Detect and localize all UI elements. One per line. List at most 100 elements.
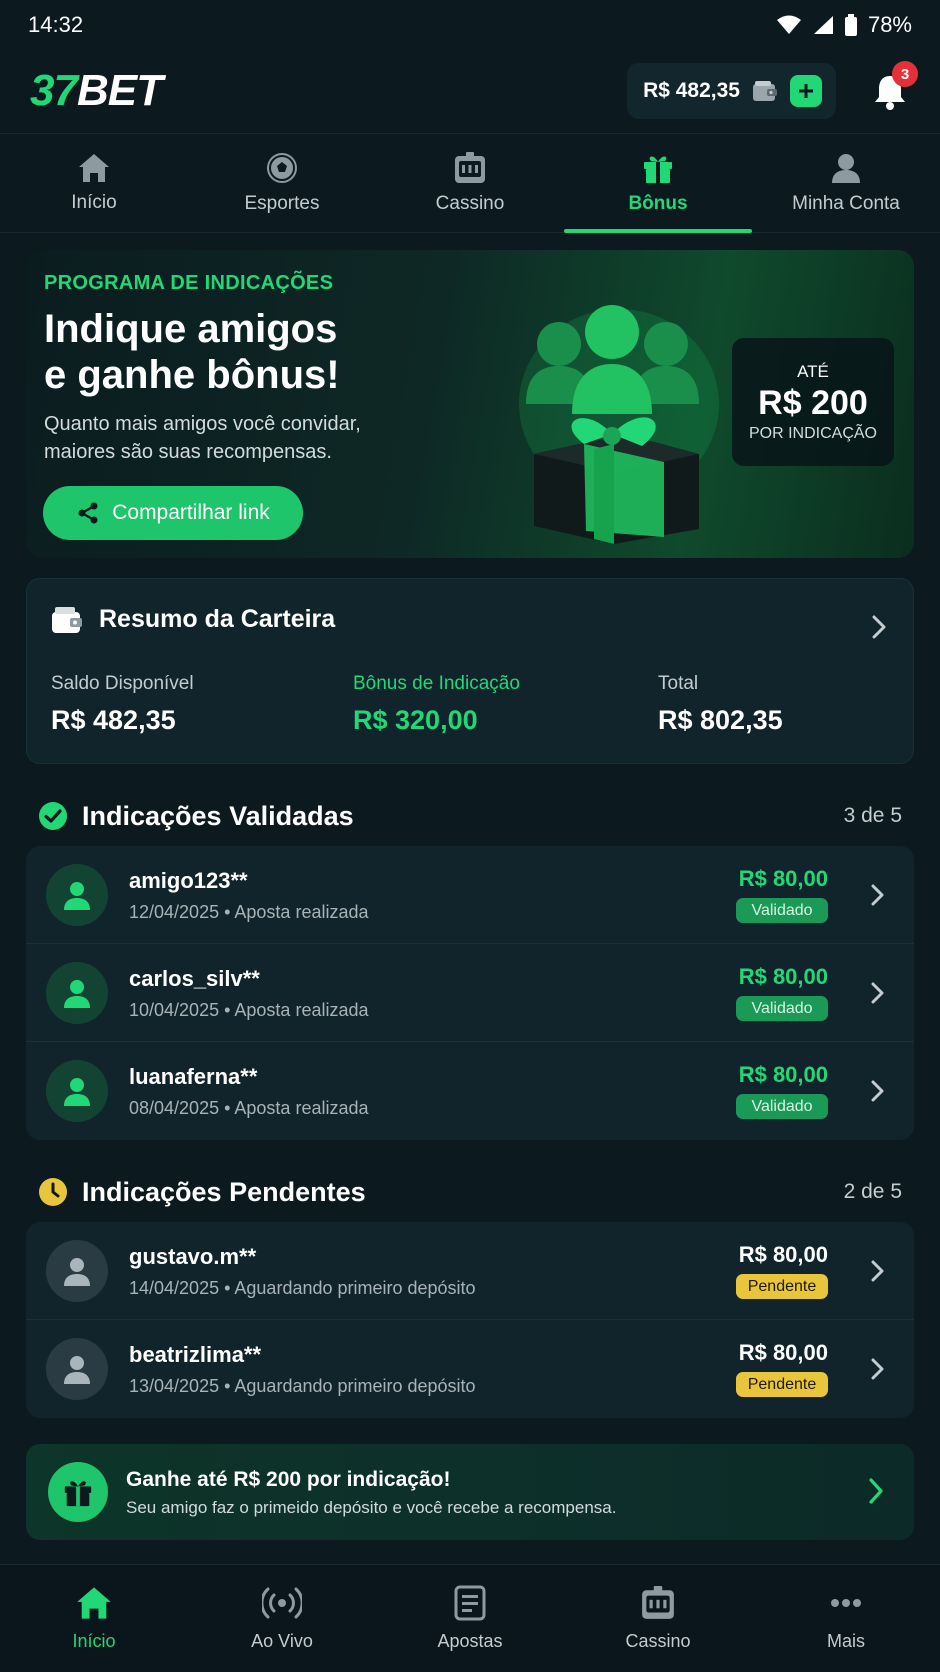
validated-list: amigo123** 12/04/2025 • Aposta realizada…	[26, 846, 914, 1140]
hero-subtitle: Quanto mais amigos você convidar, maiore…	[44, 410, 444, 466]
referral-meta: 14/04/2025 • Aguardando primeiro depósit…	[129, 1278, 476, 1298]
hero-title-line2: e ganhe bônus!	[44, 353, 340, 397]
bottom-tab-apostas[interactable]: Apostas	[376, 1565, 564, 1672]
avatar	[46, 1060, 108, 1122]
tab-bonus[interactable]: Bônus	[564, 134, 752, 233]
list-item-text: carlos_silv** 10/04/2025 • Aposta realiz…	[129, 966, 369, 1021]
balance-value: R$ 482,35	[643, 79, 740, 102]
bottom-tab-cassino-label: Cassino	[625, 1631, 691, 1651]
wallet-summary-title: Resumo da Carteira	[99, 605, 336, 633]
reward-pre: ATÉ	[797, 361, 829, 381]
referral-meta: 08/04/2025 • Aposta realizada	[129, 1098, 369, 1118]
list-item-reward: R$ 80,00 Pendente	[728, 1242, 828, 1299]
bottom-tab-inicio-label: Início	[72, 1631, 116, 1651]
promo-subtitle: Seu amigo faz o primeido depósito e você…	[126, 1498, 617, 1517]
bottom-tab-mais[interactable]: Mais	[752, 1565, 940, 1672]
referral-date: 14/04/2025	[129, 1278, 220, 1298]
referral-name: amigo123**	[129, 868, 248, 893]
gift-icon	[641, 151, 675, 185]
friends-gift-illustration	[514, 294, 734, 544]
wifi-icon	[776, 15, 802, 35]
list-item[interactable]: carlos_silv** 10/04/2025 • Aposta realiz…	[26, 944, 914, 1042]
wallet-icon	[752, 80, 778, 102]
list-item[interactable]: luanaferna** 08/04/2025 • Aposta realiza…	[26, 1042, 914, 1140]
referral-amount: R$ 80,00	[738, 866, 828, 891]
more-dots-icon	[828, 1585, 864, 1621]
deposit-plus-button[interactable]	[790, 75, 822, 107]
list-item-reward: R$ 80,00 Pendente	[728, 1340, 828, 1397]
validated-section-header: Indicações Validadas 3 de 5	[38, 796, 902, 836]
tab-minha-conta[interactable]: Minha Conta	[752, 134, 940, 232]
referral-name: beatrizlima**	[129, 1342, 262, 1367]
avatar	[46, 863, 108, 926]
list-item[interactable]: amigo123** 12/04/2025 • Aposta realizada…	[26, 846, 914, 944]
bottom-tab-ao-vivo-label: Ao Vivo	[251, 1631, 313, 1651]
list-item-reward: R$ 80,00 Validado	[728, 866, 828, 923]
status-badge: Validado	[736, 1094, 828, 1119]
check-circle-icon	[38, 801, 68, 831]
bottom-tab-apostas-label: Apostas	[437, 1631, 503, 1651]
tab-minha-conta-label: Minha Conta	[792, 193, 900, 214]
hero-title: Indique amigos e ganhe bônus!	[44, 306, 484, 398]
pending-section-title-wrap: Indicações Pendentes	[38, 1177, 366, 1208]
list-item-text: gustavo.m** 14/04/2025 • Aguardando prim…	[129, 1244, 476, 1299]
tab-esportes[interactable]: Esportes	[188, 134, 376, 232]
logo[interactable]: 37BET	[30, 66, 163, 116]
validated-section-title-wrap: Indicações Validadas	[38, 801, 354, 832]
battery-percent: 78%	[867, 12, 912, 37]
tab-inicio[interactable]: Início	[0, 134, 188, 232]
chevron-right-icon[interactable]	[870, 1358, 884, 1380]
hero-subtitle-line2: maiores são suas recompensas.	[44, 441, 332, 463]
referral-meta: 13/04/2025 • Aguardando primeiro depósit…	[129, 1376, 476, 1396]
tab-cassino[interactable]: Cassino	[376, 134, 564, 232]
battery-icon	[844, 14, 858, 36]
chevron-right-icon[interactable]	[870, 1260, 884, 1282]
home-icon	[75, 1585, 113, 1621]
status-bar: 14:32 78%	[0, 0, 940, 50]
referral-name: carlos_silv**	[129, 966, 260, 991]
header-actions: R$ 482,35 3	[627, 61, 918, 119]
hero-title-line1: Indique amigos	[44, 307, 338, 351]
wallet-summary-card[interactable]: Resumo da Carteira Saldo Disponível R$ 4…	[26, 578, 914, 764]
app-header: 37BET R$ 482,35 3	[0, 50, 940, 132]
logo-number: 37	[30, 66, 78, 115]
chevron-right-icon[interactable]	[870, 884, 884, 906]
list-item-text: luanaferna** 08/04/2025 • Aposta realiza…	[129, 1064, 369, 1119]
list-item[interactable]: beatrizlima** 13/04/2025 • Aguardando pr…	[26, 1320, 914, 1418]
referral-status-text: Aguardando primeiro depósito	[234, 1376, 476, 1396]
chevron-right-icon[interactable]	[868, 1478, 884, 1504]
wallet-total-label: Total	[658, 673, 699, 694]
share-link-button[interactable]: Compartilhar link	[43, 486, 303, 540]
balance-pill[interactable]: R$ 482,35	[627, 63, 836, 119]
hero-eyebrow: PROGRAMA DE INDICAÇÕES	[44, 272, 334, 294]
referral-name: gustavo.m**	[129, 1244, 257, 1269]
wallet-total: Total R$ 802,35	[658, 673, 783, 736]
notifications-button[interactable]: 3	[870, 61, 918, 111]
chevron-right-icon[interactable]	[870, 982, 884, 1004]
user-icon	[829, 151, 863, 185]
chevron-right-icon[interactable]	[871, 615, 887, 639]
chevron-right-icon[interactable]	[870, 1080, 884, 1102]
bottom-tab-inicio[interactable]: Início	[0, 1565, 188, 1672]
reward-amount: R$ 200	[758, 383, 868, 422]
logo-text: BET	[76, 66, 163, 115]
reward-box: ATÉ R$ 200 POR INDICAÇÃO	[732, 338, 894, 466]
referral-promo-banner[interactable]: Ganhe até R$ 200 por indicação! Seu amig…	[26, 1444, 914, 1540]
referral-amount: R$ 80,00	[738, 1340, 828, 1365]
slot-machine-icon	[640, 1585, 676, 1621]
bottom-tab-cassino[interactable]: Cassino	[564, 1565, 752, 1672]
status-badge: Pendente	[736, 1274, 828, 1299]
pending-section-header: Indicações Pendentes 2 de 5	[38, 1172, 902, 1212]
notification-badge: 3	[892, 61, 918, 87]
bottom-tab-ao-vivo[interactable]: Ao Vivo	[188, 1565, 376, 1672]
list-item[interactable]: gustavo.m** 14/04/2025 • Aguardando prim…	[26, 1222, 914, 1320]
wallet-available-label: Saldo Disponível	[51, 673, 194, 694]
signal-icon	[812, 15, 834, 35]
referral-date: 13/04/2025	[129, 1376, 220, 1396]
wallet-total-value: R$ 802,35	[658, 705, 783, 735]
soccer-ball-icon	[265, 151, 299, 185]
referral-meta: 12/04/2025 • Aposta realizada	[129, 902, 369, 922]
tab-bonus-label: Bônus	[628, 193, 688, 214]
share-link-label: Compartilhar link	[112, 501, 270, 524]
pending-section-title: Indicações Pendentes	[82, 1176, 366, 1207]
